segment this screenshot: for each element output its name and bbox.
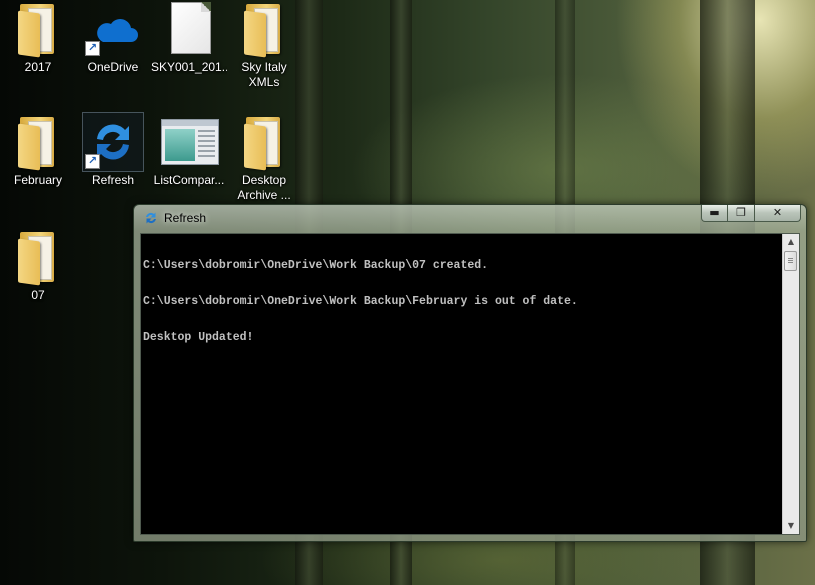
desktop-icon-label: ListCompar...: [153, 173, 225, 187]
document-icon: [159, 0, 219, 58]
refresh-icon: ↗: [82, 112, 144, 172]
console-output[interactable]: C:\Users\dobromir\OneDrive\Work Backup\0…: [140, 233, 800, 535]
window-title: Refresh: [164, 211, 207, 225]
desktop-icon-label: OneDrive: [87, 60, 139, 74]
desktop-icon-onedrive[interactable]: ↗ OneDrive: [75, 0, 151, 75]
maximize-button[interactable]: ❐: [728, 205, 755, 222]
scroll-up-button[interactable]: ▲: [783, 234, 799, 250]
desktop-icon-07[interactable]: 07: [0, 228, 76, 303]
desktop-icon-2017[interactable]: 2017: [0, 0, 76, 75]
desktop-icon-february[interactable]: February: [0, 113, 76, 188]
window-titlebar[interactable]: Refresh ▬ ❐ ✕: [134, 205, 806, 231]
app-window-icon: [159, 113, 219, 171]
desktop-icon-refresh[interactable]: ↗ Refresh: [75, 112, 151, 188]
folder-icon: [234, 0, 294, 58]
minimize-button[interactable]: ▬: [701, 205, 728, 222]
refresh-icon: [146, 212, 156, 224]
console-window[interactable]: Refresh ▬ ❐ ✕ C:\Users\dobromir\OneDrive…: [133, 204, 807, 542]
desktop-icon-label: Refresh: [91, 173, 135, 187]
console-line: Desktop Updated!: [143, 331, 254, 344]
desktop-icon-label: SKY001_201...: [151, 60, 227, 74]
close-button[interactable]: ✕: [755, 205, 801, 222]
console-text: C:\Users\dobromir\OneDrive\Work Backup\0…: [143, 236, 783, 368]
console-line: C:\Users\dobromir\OneDrive\Work Backup\F…: [143, 295, 578, 308]
scroll-down-button[interactable]: ▼: [783, 518, 799, 534]
desktop-icon-label: 2017: [24, 60, 52, 74]
onedrive-icon: ↗: [83, 0, 143, 58]
desktop-icon-label: 07: [31, 288, 45, 302]
caption-buttons: ▬ ❐ ✕: [701, 205, 801, 223]
desktop-icon-sky001[interactable]: SKY001_201...: [151, 0, 227, 75]
folder-icon: [234, 113, 294, 171]
desktop-icon-sky-italy-xmls[interactable]: Sky Italy XMLs: [226, 0, 302, 90]
vertical-scrollbar[interactable]: ▲ ▼: [782, 234, 799, 534]
console-line: C:\Users\dobromir\OneDrive\Work Backup\0…: [143, 259, 489, 272]
folder-icon: [8, 113, 68, 171]
folder-icon: [8, 228, 68, 286]
shortcut-arrow-icon: ↗: [85, 41, 100, 56]
desktop-icon-label: February: [13, 173, 63, 187]
desktop-icon-listcompar[interactable]: ListCompar...: [151, 113, 227, 188]
scroll-thumb[interactable]: [784, 251, 797, 271]
desktop-icon-desktop-archive[interactable]: Desktop Archive ...: [226, 113, 302, 203]
folder-icon: [8, 0, 68, 58]
shortcut-arrow-icon: ↗: [85, 154, 100, 169]
desktop-icon-label: Sky Italy XMLs: [241, 60, 287, 89]
desktop-icon-label: Desktop Archive ...: [237, 173, 291, 202]
